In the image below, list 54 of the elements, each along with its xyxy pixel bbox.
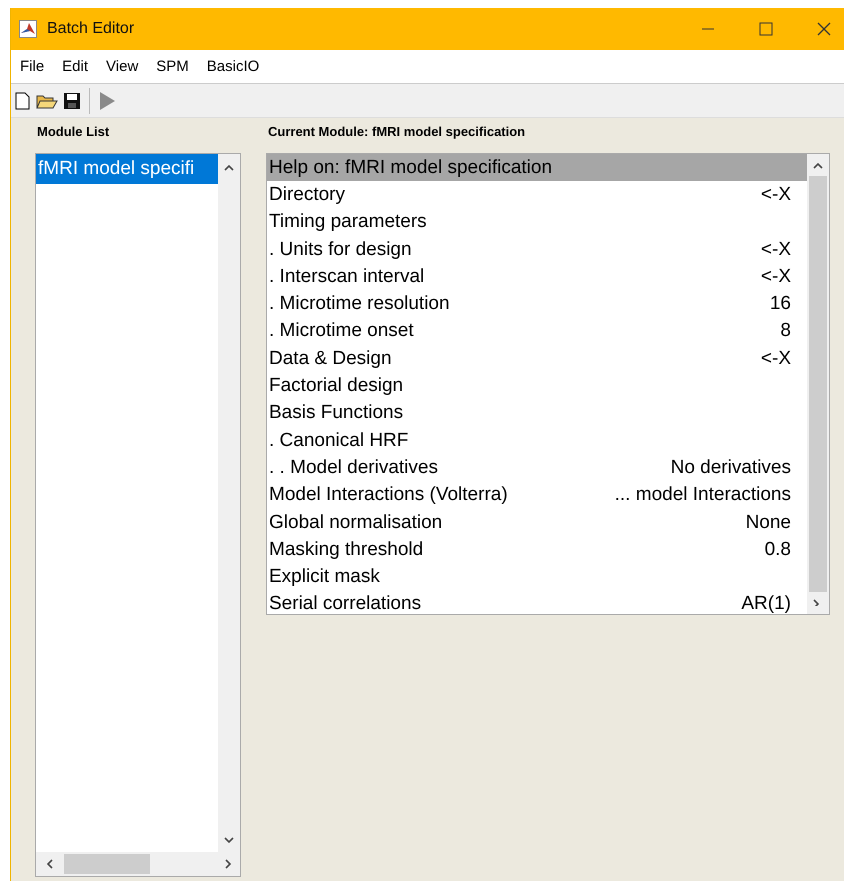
menu-item[interactable]: Edit <box>62 58 88 75</box>
setting-label: Basis Functions <box>269 402 404 424</box>
setting-value: No derivatives <box>670 456 791 479</box>
setting-label: Global normalisation <box>269 512 442 534</box>
setting-label: Serial correlations <box>269 593 422 616</box>
setting-value: 0.8 <box>764 538 791 561</box>
setting-value: None <box>746 512 791 534</box>
setting-label: . Interscan interval <box>269 266 424 288</box>
setting-value: <-X <box>760 238 791 261</box>
setting-label: Explicit mask <box>269 566 380 588</box>
settings-row[interactable]: . Microtime resolution 16 <box>267 290 807 318</box>
setting-label: Masking threshold <box>269 538 424 561</box>
settings-row[interactable]: Factorial design <box>267 372 807 400</box>
window-title: Batch Editor <box>47 20 134 38</box>
setting-label: . Units for design <box>269 238 412 261</box>
setting-label: . Microtime onset <box>269 320 414 342</box>
settings-row[interactable]: . . Model derivatives No derivatives <box>267 454 807 482</box>
settings-row[interactable]: Help on: fMRI model specification <box>267 154 807 182</box>
setting-label: . Microtime resolution <box>269 293 450 316</box>
settings-row[interactable]: Explicit mask <box>267 563 807 591</box>
settings-row[interactable]: Model Interactions (Volterra) ... model Interactions <box>267 482 807 509</box>
module-list-heading: Module List <box>36 124 110 141</box>
module-list-item[interactable]: fMRI model specifi <box>36 154 218 184</box>
settings-row[interactable]: . Units for design <-X <box>267 236 807 264</box>
settings-row[interactable]: Data & Design <-X <box>267 345 807 372</box>
setting-value: 16 <box>770 293 791 316</box>
setting-label: Directory <box>269 184 346 206</box>
setting-label: Help on: fMRI model specification <box>269 156 552 179</box>
settings-row[interactable]: Timing parameters <box>267 208 807 236</box>
current-module-heading: Current Module: fMRI model specification <box>267 124 526 141</box>
setting-value: 8 <box>780 320 791 342</box>
settings-row[interactable]: Basis Functions <box>267 400 807 427</box>
menu-item[interactable]: View <box>106 58 138 75</box>
settings-row[interactable]: Serial correlations AR(1) <box>267 590 807 618</box>
setting-label: Factorial design <box>269 375 404 398</box>
settings-row[interactable]: . Microtime onset 8 <box>267 318 807 346</box>
menu-item[interactable]: File <box>20 58 44 75</box>
settings-row[interactable]: Directory <-X <box>267 181 807 209</box>
settings-row[interactable]: . Interscan interval <-X <box>267 263 807 290</box>
setting-label: Data & Design <box>269 348 392 370</box>
setting-value: <-X <box>760 184 791 206</box>
setting-label: . Canonical HRF <box>269 430 408 452</box>
settings-row[interactable]: Masking threshold 0.8 <box>267 536 807 564</box>
setting-label: Timing parameters <box>269 211 427 234</box>
menu-item[interactable]: SPM <box>156 58 189 75</box>
setting-value: AR(1) <box>741 593 791 616</box>
setting-value: ... model Interactions <box>614 484 791 506</box>
menu-item[interactable]: BasicIO <box>206 58 260 75</box>
setting-label: Model Interactions (Volterra) <box>269 484 508 506</box>
setting-value: <-X <box>760 348 791 370</box>
settings-row[interactable]: Global normalisation None <box>267 508 807 536</box>
settings-row[interactable]: . Canonical HRF <box>267 426 807 454</box>
setting-label: . . Model derivatives <box>269 456 438 479</box>
setting-value: <-X <box>760 266 791 288</box>
